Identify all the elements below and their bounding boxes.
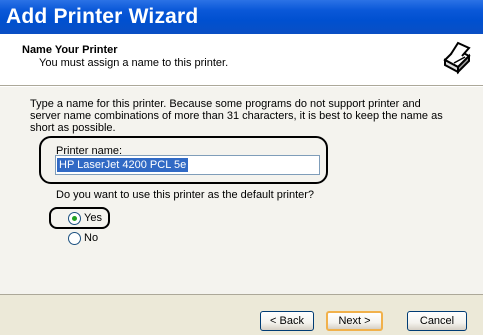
yes-radio[interactable]	[68, 212, 81, 225]
cancel-button[interactable]: Cancel	[407, 311, 467, 331]
back-button[interactable]: < Back	[260, 311, 314, 331]
header-subtitle: You must assign a name to this printer.	[39, 57, 229, 69]
next-button[interactable]: Next >	[326, 311, 383, 331]
printer-name-input[interactable]: HP LaserJet 4200 PCL 5e	[55, 155, 320, 175]
printer-name-value: HP LaserJet 4200 PCL 5e	[57, 158, 189, 172]
no-label[interactable]: No	[84, 232, 98, 244]
printer-icon	[438, 39, 476, 77]
default-printer-question: Do you want to use this printer as the d…	[56, 189, 315, 201]
wizard-header: Name Your Printer You must assign a name…	[0, 34, 483, 85]
instructions-text: Type a name for this printer. Because so…	[30, 98, 443, 134]
no-radio[interactable]	[68, 232, 81, 245]
radio-selected-dot	[72, 216, 77, 221]
window-title: Add Printer Wizard	[0, 0, 483, 34]
yes-label[interactable]: Yes	[84, 212, 102, 224]
header-title: Name Your Printer	[22, 44, 118, 56]
